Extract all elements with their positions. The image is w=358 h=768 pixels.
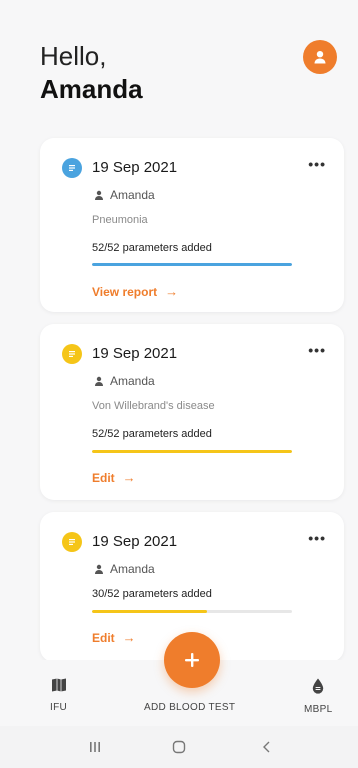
report-user: Amanda [94, 562, 155, 576]
progress-fill [92, 610, 208, 613]
report-condition: Pneumonia [92, 214, 148, 226]
report-date: 19 Sep 2021 [92, 533, 178, 550]
edit-link[interactable]: Edit → [92, 630, 136, 645]
report-date: 19 Sep 2021 [92, 345, 178, 362]
nav-mbpl-label: MBPL [304, 704, 333, 715]
plus-icon [185, 653, 199, 667]
report-card[interactable]: 19 Sep 2021 ••• Amanda Von Willebrand's … [40, 324, 344, 500]
nav-add-label: ADD BLOOD TEST [144, 702, 236, 713]
edit-link[interactable]: Edit → [92, 470, 136, 485]
nav-ifu[interactable]: IFU [50, 678, 67, 713]
arrow-right-icon: → [165, 284, 179, 299]
action-label: Edit [92, 630, 115, 645]
document-icon [62, 158, 82, 178]
person-icon [95, 564, 103, 574]
more-icon[interactable]: ••• [308, 156, 326, 172]
more-icon[interactable]: ••• [308, 530, 326, 546]
report-params: 52/52 parameters added [92, 428, 212, 440]
greeting: Hello, Amanda [40, 40, 143, 106]
screen: Hello, Amanda 19 Sep 2021 ••• Amanda Pne… [0, 0, 358, 768]
greeting-hello: Hello, [40, 41, 107, 71]
report-progress-bar [92, 263, 292, 266]
home-icon[interactable] [172, 740, 186, 757]
document-icon [62, 532, 82, 552]
report-params: 30/52 parameters added [92, 588, 212, 600]
greeting-name: Amanda [40, 74, 143, 104]
report-user-name: Amanda [110, 562, 155, 576]
more-icon[interactable]: ••• [308, 342, 326, 358]
user-avatar-button[interactable] [303, 40, 337, 74]
nav-ifu-label: IFU [50, 702, 68, 713]
report-condition: Von Willebrand's disease [92, 400, 215, 412]
person-icon [95, 190, 103, 200]
report-progress-bar [92, 610, 292, 613]
arrow-right-icon: → [122, 630, 136, 645]
document-icon [62, 344, 82, 364]
recents-icon[interactable] [88, 740, 102, 757]
report-user: Amanda [94, 374, 155, 388]
arrow-right-icon: → [122, 470, 136, 485]
user-avatar-icon [314, 51, 326, 64]
action-label: View report [92, 284, 158, 299]
view-report-link[interactable]: View report → [92, 284, 178, 299]
report-card[interactable]: 19 Sep 2021 ••• Amanda Pneumonia 52/52 p… [40, 138, 344, 312]
report-progress-bar [92, 450, 292, 453]
system-nav-bar [0, 726, 358, 768]
report-user-name: Amanda [110, 374, 155, 388]
report-date: 19 Sep 2021 [92, 159, 178, 176]
person-icon [95, 376, 103, 386]
book-icon [51, 678, 66, 692]
report-params: 52/52 parameters added [92, 242, 212, 254]
drop-icon [313, 678, 324, 694]
report-user: Amanda [94, 188, 155, 202]
back-icon[interactable] [260, 740, 274, 757]
progress-fill [92, 263, 292, 266]
add-blood-test-button[interactable] [164, 632, 220, 688]
nav-mbpl[interactable]: MBPL [304, 678, 332, 715]
action-label: Edit [92, 470, 115, 485]
progress-fill [92, 450, 292, 453]
report-user-name: Amanda [110, 188, 155, 202]
